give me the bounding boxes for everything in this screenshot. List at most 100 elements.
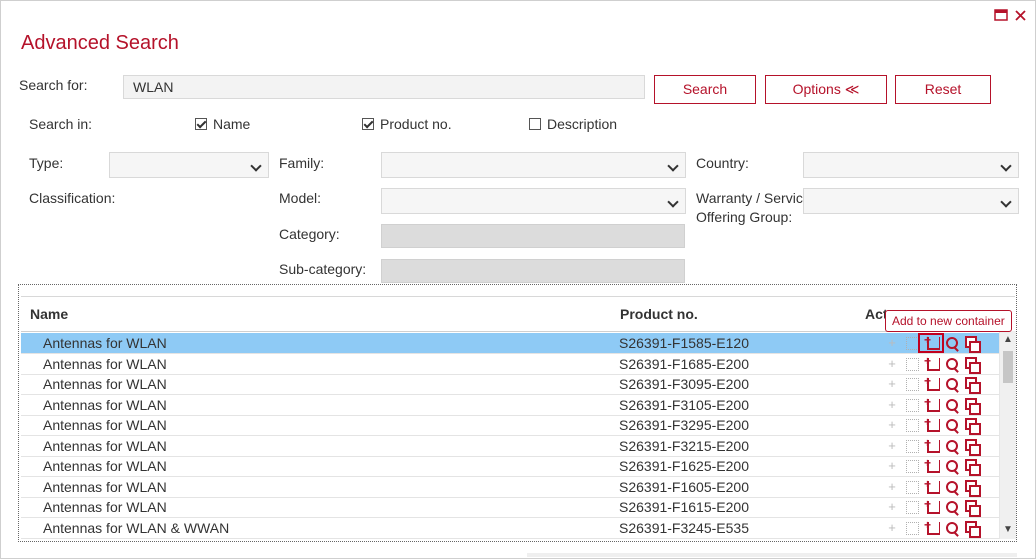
view-details-icon[interactable] bbox=[944, 356, 960, 373]
add-icon[interactable]: + bbox=[884, 356, 900, 372]
add-to-container-icon[interactable] bbox=[904, 458, 920, 474]
family-select[interactable] bbox=[381, 152, 686, 178]
view-details-icon[interactable] bbox=[944, 520, 960, 537]
country-select[interactable] bbox=[803, 152, 1019, 178]
row-name: Antennas for WLAN bbox=[43, 437, 167, 454]
copy-icon[interactable] bbox=[964, 376, 981, 394]
add-icon[interactable]: + bbox=[884, 520, 900, 536]
table-row[interactable]: Antennas for WLAN S26391-F1585-E120 + + bbox=[21, 333, 999, 354]
row-name: Antennas for WLAN bbox=[43, 499, 167, 515]
copy-icon[interactable] bbox=[964, 397, 981, 415]
add-icon[interactable]: + bbox=[884, 376, 900, 392]
table-row[interactable]: Antennas for WLAN S26391-F1605-E200 + + bbox=[21, 477, 999, 498]
warranty-label-line2: Offering Group: bbox=[696, 209, 793, 225]
add-icon[interactable]: + bbox=[884, 458, 900, 474]
table-row[interactable]: Antennas for WLAN S26391-F1615-E200 + + bbox=[21, 497, 999, 518]
copy-icon[interactable] bbox=[964, 499, 981, 517]
add-to-new-container-icon[interactable]: + bbox=[924, 374, 940, 392]
add-icon[interactable]: + bbox=[884, 335, 900, 351]
scroll-down-icon[interactable]: ▼ bbox=[1003, 524, 1013, 536]
view-details-icon[interactable] bbox=[944, 335, 960, 352]
view-details-icon[interactable] bbox=[944, 397, 960, 414]
product-no-checkbox[interactable] bbox=[362, 118, 374, 130]
add-to-new-container-icon[interactable]: + bbox=[924, 456, 940, 474]
description-checkbox[interactable] bbox=[529, 118, 541, 130]
add-to-new-container-icon[interactable]: + bbox=[924, 497, 940, 515]
view-details-icon[interactable] bbox=[944, 438, 960, 455]
row-name: Antennas for WLAN bbox=[43, 396, 167, 413]
view-details-icon[interactable] bbox=[944, 376, 960, 393]
chevron-down-icon bbox=[667, 160, 679, 172]
column-header-product-no[interactable]: Product no. bbox=[620, 306, 698, 322]
options-button[interactable]: Options ≪ bbox=[765, 75, 887, 104]
row-name: Antennas for WLAN bbox=[43, 376, 167, 392]
add-to-container-icon[interactable] bbox=[904, 499, 920, 515]
add-icon[interactable]: + bbox=[884, 417, 900, 433]
country-label: Country: bbox=[696, 155, 749, 171]
warranty-label-line1: Warranty / Service bbox=[696, 190, 811, 206]
view-details-icon[interactable] bbox=[944, 417, 960, 434]
table-row[interactable]: Antennas for WLAN S26391-F3215-E200 + + bbox=[21, 436, 999, 457]
search-button[interactable]: Search bbox=[654, 75, 756, 104]
maximize-icon[interactable] bbox=[993, 9, 1009, 25]
row-actions: + + bbox=[884, 477, 1004, 497]
category-label: Category: bbox=[279, 226, 340, 242]
add-icon[interactable]: + bbox=[884, 397, 900, 413]
chevron-down-icon bbox=[250, 160, 262, 172]
copy-icon[interactable] bbox=[964, 335, 981, 353]
model-select[interactable] bbox=[381, 188, 686, 214]
add-to-container-icon[interactable] bbox=[904, 417, 920, 433]
add-to-container-icon[interactable] bbox=[904, 376, 920, 392]
table-row[interactable]: Antennas for WLAN S26391-F3295-E200 + + bbox=[21, 415, 999, 436]
add-to-new-container-icon[interactable]: + bbox=[924, 415, 940, 433]
add-icon[interactable]: + bbox=[884, 499, 900, 515]
row-product-no: S26391-F3105-E200 bbox=[619, 396, 749, 413]
add-to-new-container-icon[interactable]: + bbox=[924, 395, 940, 413]
add-to-new-container-icon[interactable]: + bbox=[924, 477, 940, 495]
table-row[interactable]: Antennas for WLAN S26391-F3105-E200 + + bbox=[21, 395, 999, 416]
name-checkbox-label[interactable]: Name bbox=[213, 116, 250, 132]
row-actions: + + bbox=[884, 415, 1004, 435]
type-select[interactable] bbox=[109, 152, 269, 178]
copy-icon[interactable] bbox=[964, 438, 981, 456]
row-name: Antennas for WLAN bbox=[43, 417, 167, 433]
add-to-new-container-icon[interactable]: + bbox=[924, 436, 940, 454]
table-row[interactable]: Antennas for WLAN S26391-F1625-E200 + + bbox=[21, 456, 999, 477]
scroll-thumb[interactable] bbox=[1003, 351, 1013, 383]
view-details-icon[interactable] bbox=[944, 479, 960, 496]
view-details-icon[interactable] bbox=[944, 458, 960, 475]
table-row[interactable]: Antennas for WLAN S26391-F1685-E200 + + bbox=[21, 354, 999, 375]
warranty-select[interactable] bbox=[803, 188, 1019, 214]
add-to-new-container-icon[interactable]: + bbox=[924, 518, 940, 536]
add-to-container-icon[interactable] bbox=[904, 438, 920, 454]
copy-icon[interactable] bbox=[964, 520, 981, 538]
add-to-container-icon[interactable] bbox=[904, 520, 920, 536]
table-row[interactable]: Antennas for WLAN S26391-F3095-E200 + + bbox=[21, 374, 999, 395]
search-input[interactable] bbox=[123, 75, 645, 99]
add-to-container-icon[interactable] bbox=[904, 397, 920, 413]
table-row[interactable]: Antennas for WLAN & WWAN S26391-F3245-E53… bbox=[21, 518, 999, 539]
chevron-down-icon bbox=[1000, 160, 1012, 172]
copy-icon[interactable] bbox=[964, 356, 981, 374]
name-checkbox[interactable] bbox=[195, 118, 207, 130]
scroll-up-icon[interactable]: ▲ bbox=[1003, 334, 1013, 346]
close-icon[interactable] bbox=[1012, 9, 1028, 25]
add-to-new-container-icon[interactable]: + bbox=[924, 354, 940, 372]
results-scrollbar[interactable]: ▲ ▼ bbox=[999, 331, 1016, 539]
add-icon[interactable]: + bbox=[884, 438, 900, 454]
product-no-checkbox-label[interactable]: Product no. bbox=[380, 116, 452, 132]
view-details-icon[interactable] bbox=[944, 499, 960, 516]
row-name: Antennas for WLAN & WWAN bbox=[43, 519, 230, 536]
copy-icon[interactable] bbox=[964, 479, 981, 497]
column-header-name[interactable]: Name bbox=[30, 306, 68, 322]
reset-button[interactable]: Reset bbox=[895, 75, 991, 104]
add-to-container-icon[interactable] bbox=[904, 479, 920, 495]
add-to-container-icon[interactable] bbox=[904, 356, 920, 372]
copy-icon[interactable] bbox=[964, 458, 981, 476]
add-icon[interactable]: + bbox=[884, 479, 900, 495]
row-actions: + + bbox=[884, 518, 1004, 538]
copy-icon[interactable] bbox=[964, 417, 981, 435]
description-checkbox-label[interactable]: Description bbox=[547, 116, 617, 132]
table-header: Name Product no. Act bbox=[21, 296, 1015, 332]
row-product-no: S26391-F1585-E120 bbox=[619, 335, 749, 351]
